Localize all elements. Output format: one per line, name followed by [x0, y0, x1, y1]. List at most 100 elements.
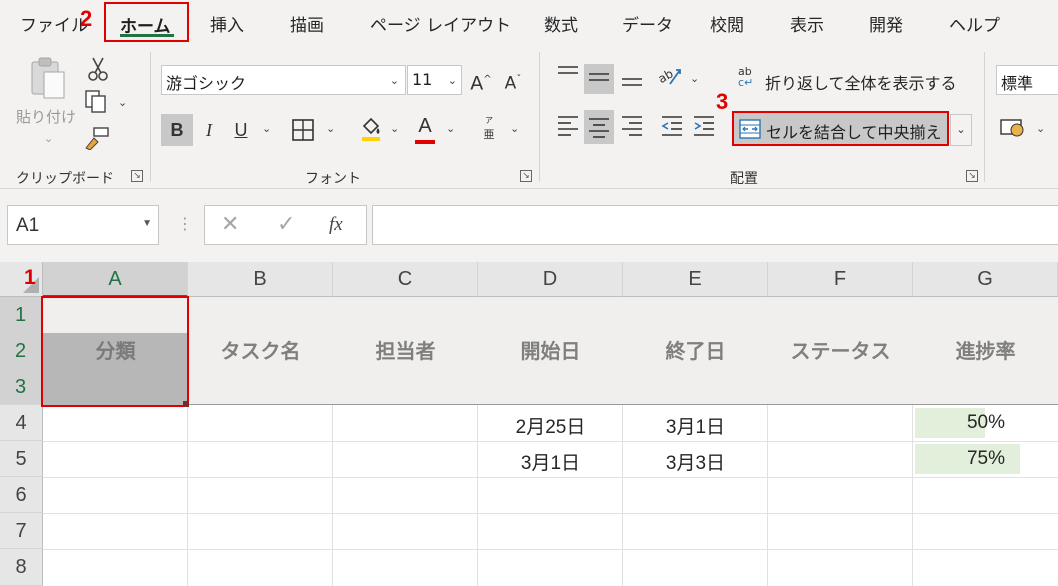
orientation-icon[interactable]: ab	[655, 64, 685, 95]
merge-and-center-button[interactable]: セルを結合して中央揃え	[732, 111, 949, 146]
cell-E4[interactable]: 3月1日	[623, 412, 768, 439]
align-bottom-icon[interactable]	[618, 68, 646, 95]
merge-and-center-label: セルを結合して中央揃え	[766, 123, 942, 142]
insert-function-icon[interactable]: fx	[329, 214, 343, 236]
fill-handle[interactable]	[183, 401, 189, 407]
cut-icon[interactable]	[86, 56, 110, 89]
fill-color-chevron-icon[interactable]: ⌄	[390, 122, 399, 135]
tab-insert[interactable]: 挿入	[210, 11, 244, 36]
cell-G5[interactable]: 75%	[913, 448, 1005, 470]
tab-view[interactable]: 表示	[790, 11, 824, 36]
alignment-launcher-icon[interactable]: ↘	[966, 170, 978, 182]
menu-bar: ファイル 2 ホーム 挿入 描画 ページ レイアウト 数式 データ 校閲 表示 …	[0, 0, 1058, 44]
align-left-icon[interactable]	[554, 114, 582, 143]
borders-icon[interactable]	[290, 118, 316, 149]
font-color-chevron-icon[interactable]: ⌄	[446, 122, 455, 135]
borders-chevron-icon[interactable]: ⌄	[326, 122, 335, 135]
orientation-chevron-icon[interactable]: ⌄	[690, 72, 699, 85]
cell-D5[interactable]: 3月1日	[478, 448, 623, 475]
column-header-C[interactable]: C	[333, 262, 478, 297]
align-middle-icon[interactable]	[584, 64, 614, 94]
confirm-entry-icon[interactable]: ✓	[277, 212, 295, 237]
header-status[interactable]: ステータス	[768, 297, 913, 405]
wrap-text-label[interactable]: 折り返して全体を表示する	[765, 70, 957, 94]
wrap-text-icon[interactable]: ab c↵	[738, 66, 764, 88]
accounting-chevron-icon[interactable]: ⌄	[1036, 122, 1045, 135]
shrink-font-icon[interactable]: Aˇ	[500, 68, 526, 96]
italic-button[interactable]: I	[196, 118, 222, 142]
row-header-6[interactable]: 6	[0, 477, 43, 513]
tab-review[interactable]: 校閲	[710, 11, 744, 36]
accounting-format-icon[interactable]	[998, 116, 1028, 145]
row-header-3[interactable]: 3	[0, 369, 43, 405]
align-right-icon[interactable]	[618, 114, 646, 143]
number-format-select[interactable]: 標準	[996, 65, 1058, 95]
copy-icon[interactable]	[84, 90, 108, 121]
tab-draw[interactable]: 描画	[290, 11, 324, 36]
column-header-B[interactable]: B	[188, 262, 333, 297]
row-header-8[interactable]: 8	[0, 549, 43, 586]
tab-data[interactable]: データ	[622, 11, 673, 36]
paste-icon[interactable]	[26, 56, 70, 102]
tab-page-layout[interactable]: ページ レイアウト	[370, 11, 511, 36]
format-painter-icon[interactable]	[84, 126, 110, 157]
font-color-swatch	[415, 140, 435, 144]
select-all-button[interactable]	[0, 262, 43, 297]
paste-chevron-icon[interactable]: ⌄	[44, 132, 53, 145]
tab-formulas[interactable]: 数式	[544, 11, 578, 36]
row-header-4[interactable]: 4	[0, 405, 43, 441]
step-marker-3: 3	[716, 89, 729, 114]
paste-label[interactable]: 貼り付け	[16, 106, 76, 127]
font-launcher-icon[interactable]: ↘	[520, 170, 532, 182]
font-color-button[interactable]: A	[412, 114, 438, 144]
formula-input[interactable]	[372, 205, 1058, 245]
cell-E5[interactable]: 3月3日	[623, 448, 768, 475]
bold-button[interactable]: B	[161, 114, 193, 146]
merge-dropdown-chevron-icon[interactable]: ⌄	[950, 114, 972, 146]
header-end-date[interactable]: 終了日	[623, 297, 768, 405]
phonetic-chevron-icon[interactable]: ⌄	[510, 122, 519, 135]
tab-file[interactable]: ファイル	[20, 11, 88, 36]
row-header-7[interactable]: 7	[0, 513, 43, 549]
tab-help[interactable]: ヘルプ	[949, 11, 1000, 36]
header-assignee[interactable]: 担当者	[333, 297, 478, 405]
row-header-5[interactable]: 5	[0, 441, 43, 477]
grow-font-icon[interactable]: A^	[468, 68, 494, 95]
cell-D4[interactable]: 2月25日	[478, 412, 623, 439]
ribbon: 貼り付け ⌄ ⌄ クリップボード ↘ 游ゴシック ⌄ 11 ⌄ A^ Aˇ B …	[0, 44, 1058, 189]
header-task-name[interactable]: タスク名	[188, 297, 333, 405]
align-top-icon[interactable]	[554, 64, 582, 91]
clipboard-launcher-icon[interactable]: ↘	[131, 170, 143, 182]
header-progress[interactable]: 進捗率	[913, 297, 1058, 405]
column-header-G[interactable]: G	[913, 262, 1058, 297]
formula-buttons: ✕ ✓ fx	[204, 205, 367, 245]
tab-developer[interactable]: 開発	[869, 11, 903, 36]
fill-color-icon[interactable]	[358, 116, 384, 149]
header-start-date[interactable]: 開始日	[478, 297, 623, 405]
column-header-E[interactable]: E	[623, 262, 768, 297]
gridline	[332, 405, 333, 586]
column-header-D[interactable]: D	[478, 262, 623, 297]
font-name-select[interactable]: 游ゴシック ⌄	[161, 65, 406, 95]
name-box[interactable]: A1 ▼	[7, 205, 159, 245]
column-header-F[interactable]: F	[768, 262, 913, 297]
name-box-chevron-icon[interactable]: ▼	[142, 218, 152, 229]
cancel-entry-icon[interactable]: ✕	[221, 212, 239, 237]
gridline	[43, 513, 1058, 514]
tab-home[interactable]: ホーム	[104, 2, 189, 42]
phonetic-guide-button[interactable]: ア亜	[478, 114, 500, 142]
formula-bar-grip-icon[interactable]: ⋮	[177, 214, 193, 233]
underline-chevron-icon[interactable]: ⌄	[262, 122, 271, 135]
row-header-1[interactable]: 1	[0, 297, 43, 333]
underline-button[interactable]: U	[228, 118, 254, 142]
align-center-icon[interactable]	[584, 110, 614, 144]
font-size-select[interactable]: 11 ⌄	[407, 65, 462, 95]
cell-G4[interactable]: 50%	[913, 412, 1005, 434]
copy-chevron-icon[interactable]: ⌄	[118, 96, 127, 109]
selected-range-a1-a3[interactable]	[41, 296, 189, 407]
column-header-A[interactable]: A	[43, 262, 188, 297]
decrease-indent-icon[interactable]	[658, 114, 686, 143]
formula-bar: A1 ▼ ⋮ ✕ ✓ fx	[0, 190, 1058, 262]
row-header-2[interactable]: 2	[0, 333, 43, 369]
increase-indent-icon[interactable]	[690, 114, 718, 143]
